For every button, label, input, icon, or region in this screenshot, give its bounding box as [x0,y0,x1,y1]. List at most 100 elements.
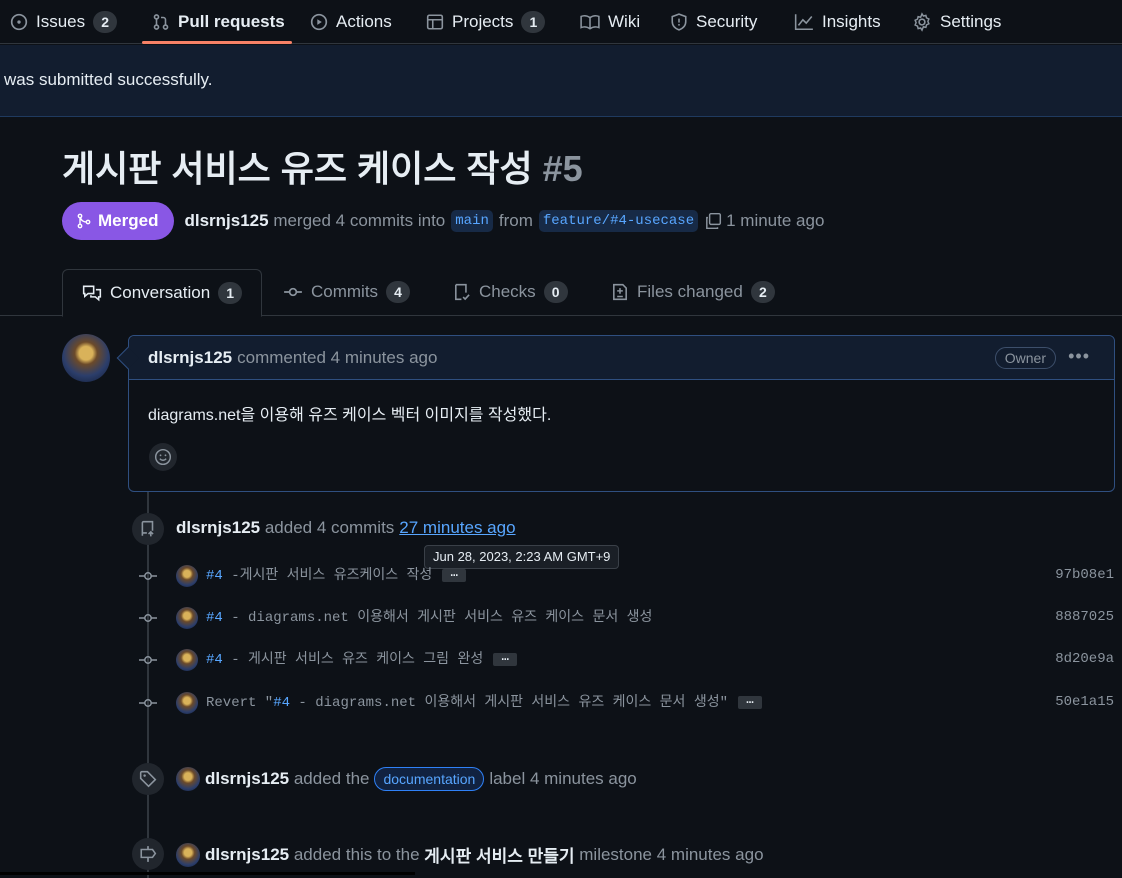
comment-caret [116,346,140,370]
git-commit-icon [284,287,302,297]
nav-security-label: Security [696,12,758,31]
milestone-event-after: milestone 4 minutes ago [579,844,764,864]
merged-status-badge: Merged [62,202,175,240]
book-icon [580,14,600,30]
owner-badge: Owner [994,347,1056,369]
expand-commit-button[interactable]: … [737,694,762,709]
comment-box: dlsrnjs125 commented 4 minutes ago Owner… [116,335,1115,492]
nav-projects-count: 1 [521,11,546,33]
base-branch[interactable]: main [451,210,493,232]
nav-pull-requests[interactable]: Pull requests [152,0,285,44]
git-commit-icon [139,699,157,707]
pr-number: #5 [542,148,583,189]
commit-sha[interactable]: 97b08e1 [1055,567,1114,583]
nav-settings-label: Settings [940,12,1002,31]
comment-discussion-icon [82,285,102,302]
active-tab-underline [142,41,292,44]
tab-files-changed-label: Files changed [637,282,743,301]
smiley-icon [154,448,172,466]
checklist-icon [455,283,470,301]
commit-message-text: -게시판 서비스 유즈케이스 작성 [222,568,433,584]
flash-message: was submitted successfully. [4,70,213,89]
commit-author-avatar[interactable] [176,607,198,629]
milestone-event-before: added this to the [293,844,420,864]
pr-meta: Merged dlsrnjs125 merged 4 commits into … [62,202,824,240]
copy-icon[interactable] [704,212,722,230]
nav-issues[interactable]: Issues 2 [10,0,118,44]
milestone-event-author[interactable]: dlsrnjs125 [205,845,289,865]
nav-projects[interactable]: Projects 1 [426,0,546,44]
commit-issue-ref[interactable]: #4 [206,652,223,668]
label-event-author[interactable]: dlsrnjs125 [205,769,289,789]
comment-header: dlsrnjs125 commented 4 minutes ago Owner… [116,336,1114,380]
documentation-label[interactable]: documentation [374,767,485,791]
tab-checks[interactable]: Checks 0 [453,268,568,316]
kebab-menu-icon[interactable]: ••• [1068,346,1090,367]
git-pull-request-icon [153,14,169,30]
commits-event: dlsrnjs125 added 4 commits 27 minutes ag… [176,518,516,538]
nav-actions-label: Actions [336,12,392,31]
commit-message[interactable]: #4 - 게시판 서비스 유즈 케이스 그림 완성… [206,651,518,669]
nav-issues-count: 2 [93,11,118,33]
tab-conversation[interactable]: Conversation 1 [62,269,263,317]
pr-author-link[interactable]: dlsrnjs125 [184,211,268,231]
nav-security[interactable]: Security [670,0,757,44]
nav-actions[interactable]: Actions [310,0,392,44]
tab-files-changed[interactable]: Files changed 2 [611,268,775,316]
avatar[interactable] [176,767,200,791]
head-branch[interactable]: feature/#4-usecase [538,210,699,232]
play-icon [310,13,328,31]
commits-event-author[interactable]: dlsrnjs125 [176,518,260,538]
timeline-badge-milestone [132,838,164,870]
tab-commits[interactable]: Commits 4 [283,268,411,316]
pr-from-text: from [498,211,533,230]
commit-row: #4 - diagrams.net 이용해서 게시판 서비스 유즈 케이스 문서… [0,607,1122,629]
commit-author-avatar[interactable] [176,565,198,587]
tab-checks-count: 0 [543,281,568,303]
nav-insights-label: Insights [822,12,881,31]
commit-prefix: Revert " [206,695,274,711]
comment-body: diagrams.net을 이용해 유즈 케이스 벡터 이미지를 작성했다. [148,407,552,424]
git-merge-icon [77,213,91,229]
git-commit-icon [139,572,157,580]
milestone-name-link[interactable]: 게시판 서비스 만들기 [424,842,574,867]
avatar[interactable] [62,334,110,382]
commit-message[interactable]: #4 -게시판 서비스 유즈케이스 작성 … [206,567,467,585]
nav-wiki[interactable]: Wiki [580,0,640,44]
repo-nav: Issues 2 Pull requests Actions Projects … [0,0,1122,44]
comment-author[interactable]: dlsrnjs125 [148,348,232,368]
git-commit-icon [139,656,157,664]
tab-conversation-label: Conversation [110,283,211,302]
issue-opened-icon [10,13,28,31]
graph-icon [794,14,813,30]
commit-issue-ref[interactable]: #4 [206,568,223,584]
expand-commit-button[interactable]: … [442,567,467,582]
commit-author-avatar[interactable] [176,649,198,671]
label-event-after: label 4 minutes ago [489,769,637,788]
commit-issue-ref[interactable]: #4 [206,610,223,626]
milestone-icon [140,846,157,862]
comment-action: commented 4 minutes ago [237,347,438,367]
nav-settings[interactable]: Settings [912,0,1001,44]
nav-insights[interactable]: Insights [794,0,881,44]
nav-issues-label: Issues [36,12,86,31]
commits-event-time-link[interactable]: 27 minutes ago [399,518,515,538]
commit-sha[interactable]: 8d20e9a [1055,651,1114,667]
gear-icon [914,12,930,32]
avatar[interactable] [176,842,200,867]
pr-tabs: Conversation 1 Commits 4 Checks 0 Files … [0,268,1122,317]
table-icon [426,14,444,30]
timeline-badge-commits [132,513,164,545]
pr-title-text: 게시판 서비스 유즈 케이스 작성 [62,148,533,189]
timeline-badge-label [132,763,164,795]
add-reaction-button[interactable] [149,443,177,471]
shield-icon [671,13,687,31]
commit-message[interactable]: #4 - diagrams.net 이용해서 게시판 서비스 유즈 케이스 문서… [206,609,652,627]
commits-event-action: added 4 commits [264,518,395,537]
commit-message[interactable]: Revert "#4 - diagrams.net 이용해서 게시판 서비스 유… [206,694,762,712]
commit-sha[interactable]: 50e1a15 [1055,694,1114,710]
commit-sha[interactable]: 8887025 [1055,609,1114,625]
expand-commit-button[interactable]: … [493,651,518,666]
commit-issue-ref[interactable]: #4 [273,695,290,711]
commit-author-avatar[interactable] [176,692,198,714]
